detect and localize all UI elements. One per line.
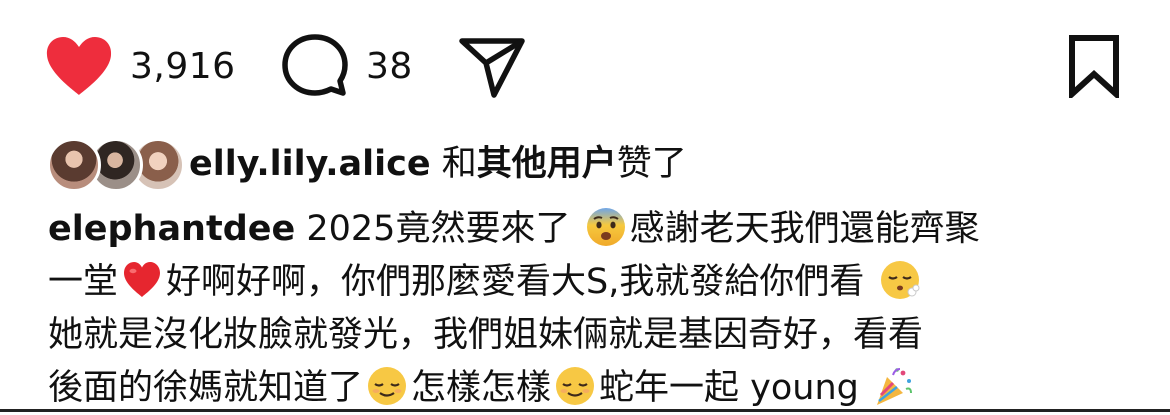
- like-count: 3,916: [130, 45, 236, 87]
- liker-avatars[interactable]: [47, 135, 185, 193]
- relieved-face-emoji: [366, 365, 408, 407]
- caption-username[interactable]: elephantdee: [48, 209, 295, 249]
- share-button[interactable]: [458, 30, 526, 102]
- comment-button[interactable]: [282, 30, 348, 102]
- relieved-face-emoji: [554, 365, 596, 407]
- caption-text: 怎樣怎樣: [411, 368, 552, 408]
- caption-text: 2025竟然要來了: [295, 209, 571, 249]
- liked-by-suffix: 赞了: [616, 144, 687, 184]
- bookmark-icon: [1069, 35, 1119, 98]
- caption-text: 後面的徐媽就知道了: [48, 368, 364, 408]
- liked-by-row: elly.lily.alice 和其他用户赞了: [47, 135, 687, 193]
- anxious-face-emoji: [585, 206, 627, 248]
- like-button[interactable]: [44, 30, 114, 102]
- caption-text: 一堂: [48, 262, 119, 302]
- party-popper-emoji: [873, 365, 915, 407]
- comment-bubble-icon: [282, 34, 348, 96]
- liked-by-and: 和: [430, 144, 477, 184]
- caption-text: 好啊好啊，你們那麼愛看大S,我就發給你們看: [166, 262, 865, 302]
- save-button[interactable]: [1066, 30, 1122, 102]
- liked-by-others-link[interactable]: 其他用户: [477, 144, 617, 184]
- red-heart-emoji: [121, 259, 163, 301]
- liker-username[interactable]: elly.lily.alice: [189, 144, 431, 184]
- liked-by-text: elly.lily.alice 和其他用户赞了: [189, 135, 687, 193]
- face-exhaling-emoji: [879, 259, 921, 301]
- caption-line: 後面的徐媽就知道了 怎樣怎樣 蛇年一起 young: [48, 362, 1128, 415]
- avatar: [47, 138, 101, 192]
- caption-line: elephantdee 2025竟然要來了 感謝老天我們還能齊聚: [48, 203, 1128, 256]
- heart-filled-icon: [46, 37, 112, 95]
- post-action-bar: 3,916 38: [44, 30, 1126, 102]
- caption-text: 她就是沒化妝臉就發光，我們姐妹倆就是基因奇好，看看: [48, 315, 924, 355]
- post-caption: elephantdee 2025竟然要來了 感謝老天我們還能齊聚 一堂 好啊好啊…: [48, 203, 1128, 415]
- caption-line: 她就是沒化妝臉就發光，我們姐妹倆就是基因奇好，看看: [48, 309, 1128, 362]
- comment-count: 38: [366, 45, 413, 87]
- caption-text: 感謝老天我們還能齊聚: [629, 209, 980, 249]
- caption-text: 蛇年一起 young: [599, 368, 859, 408]
- paper-plane-icon: [459, 38, 525, 98]
- caption-line: 一堂 好啊好啊，你們那麼愛看大S,我就發給你們看: [48, 256, 1128, 309]
